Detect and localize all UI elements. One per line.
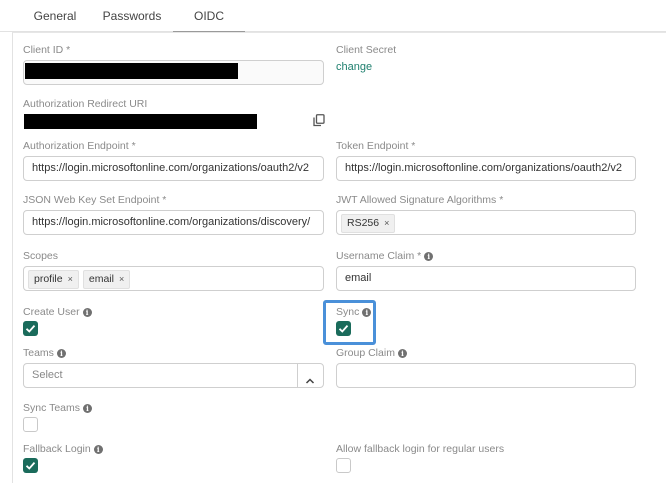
info-icon[interactable]: i bbox=[424, 252, 434, 261]
info-icon[interactable]: i bbox=[82, 308, 92, 317]
info-icon[interactable]: i bbox=[56, 349, 66, 358]
check-icon bbox=[25, 325, 36, 333]
create-user-checkbox[interactable] bbox=[23, 321, 38, 336]
jwks-endpoint-label: JSON Web Key Set Endpoint * bbox=[23, 194, 167, 206]
username-claim-input[interactable]: email bbox=[336, 266, 636, 291]
tag-label: RS256 bbox=[347, 217, 380, 229]
auth-endpoint-input[interactable]: https://login.microsoftonline.com/organi… bbox=[23, 156, 324, 181]
tab-passwords[interactable]: Passwords bbox=[92, 0, 172, 31]
info-icon[interactable]: i bbox=[362, 308, 372, 317]
token-endpoint-label: Token Endpoint * bbox=[336, 140, 416, 152]
settings-tabs: General Passwords OIDC bbox=[0, 0, 666, 32]
tag-label: email bbox=[88, 273, 114, 285]
info-icon[interactable]: i bbox=[83, 404, 92, 413]
auth-endpoint-label: Authorization Endpoint * bbox=[23, 140, 136, 152]
tag-remove-icon[interactable]: × bbox=[68, 274, 73, 284]
sync-label-text: Sync bbox=[336, 306, 360, 318]
teams-label: Teams i bbox=[23, 347, 66, 359]
client-secret-label: Client Secret bbox=[336, 44, 397, 56]
tab-general[interactable]: General bbox=[24, 0, 86, 31]
sync-teams-checkbox[interactable] bbox=[23, 417, 38, 432]
check-icon bbox=[338, 325, 349, 333]
tag-label: profile bbox=[34, 273, 63, 285]
client-secret-change-link[interactable]: change bbox=[336, 61, 372, 73]
sync-teams-label: Sync Teams i bbox=[23, 402, 92, 414]
fallback-login-checkbox[interactable] bbox=[23, 458, 38, 473]
create-user-label: Create User i bbox=[23, 306, 92, 318]
tag-remove-icon[interactable]: × bbox=[384, 218, 389, 228]
redacted-redirect-uri bbox=[24, 114, 257, 129]
allow-fallback-regular-label: Allow fallback login for regular users bbox=[336, 443, 505, 455]
info-icon[interactable]: i bbox=[93, 445, 103, 454]
chevron-up-icon[interactable] bbox=[305, 371, 315, 387]
fallback-login-label-text: Fallback Login bbox=[23, 443, 91, 455]
select-divider bbox=[297, 364, 298, 387]
sync-label: Sync i bbox=[336, 306, 372, 318]
username-claim-label-text: Username Claim * bbox=[336, 250, 422, 262]
tag-remove-icon[interactable]: × bbox=[119, 274, 124, 284]
jwks-endpoint-input[interactable]: https://login.microsoftonline.com/organi… bbox=[23, 210, 324, 235]
group-claim-label-text: Group Claim bbox=[336, 347, 395, 359]
teams-label-text: Teams bbox=[23, 347, 54, 359]
sync-teams-label-text: Sync Teams bbox=[23, 402, 80, 414]
username-claim-label: Username Claim * i bbox=[336, 250, 434, 262]
group-claim-label: Group Claim i bbox=[336, 347, 407, 359]
client-id-label: Client ID * bbox=[23, 44, 71, 56]
info-icon[interactable]: i bbox=[397, 349, 407, 358]
scopes-multiselect[interactable]: profile × email × bbox=[23, 266, 324, 291]
allow-fallback-regular-checkbox[interactable] bbox=[336, 458, 351, 473]
scopes-label: Scopes bbox=[23, 250, 59, 262]
tab-oidc[interactable]: OIDC bbox=[173, 0, 245, 32]
jwt-algorithms-multiselect[interactable]: RS256 × bbox=[336, 210, 636, 235]
teams-select[interactable]: Select bbox=[23, 363, 324, 388]
redacted-client-id bbox=[25, 63, 238, 79]
redirect-uri-label: Authorization Redirect URI bbox=[23, 98, 148, 110]
token-endpoint-input[interactable]: https://login.microsoftonline.com/organi… bbox=[336, 156, 636, 181]
create-user-label-text: Create User bbox=[23, 306, 80, 318]
jwt-algorithms-label: JWT Allowed Signature Algorithms * bbox=[336, 194, 504, 206]
tag-rs256: RS256 × bbox=[341, 214, 396, 233]
check-icon bbox=[25, 462, 36, 470]
teams-select-placeholder: Select bbox=[32, 369, 63, 381]
copy-icon[interactable] bbox=[313, 114, 325, 127]
sync-checkbox[interactable] bbox=[336, 321, 351, 336]
tag-profile: profile × bbox=[28, 270, 79, 289]
group-claim-input[interactable] bbox=[336, 363, 636, 388]
tag-email: email × bbox=[82, 270, 131, 289]
fallback-login-label: Fallback Login i bbox=[23, 443, 103, 455]
